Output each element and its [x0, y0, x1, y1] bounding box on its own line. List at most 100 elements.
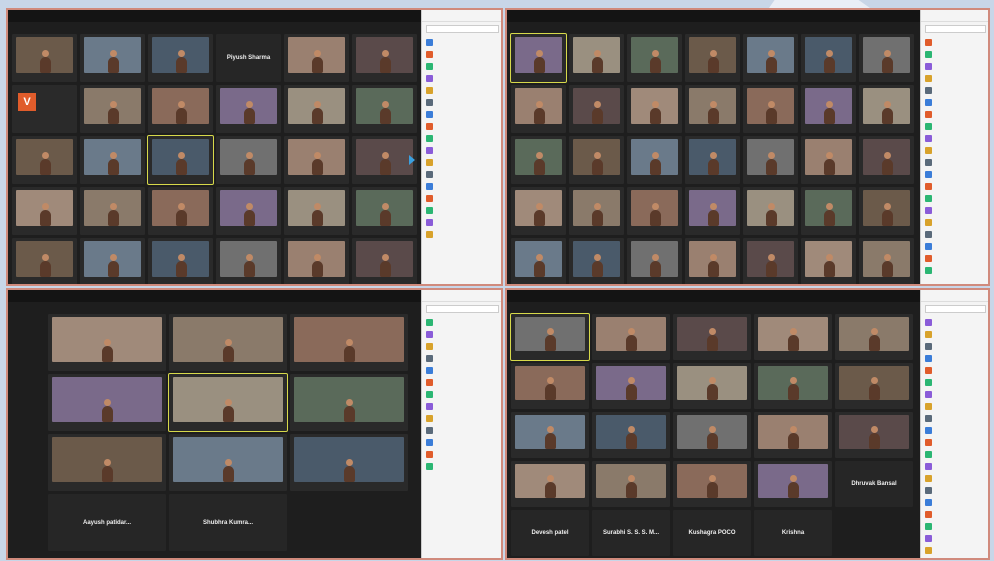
participant-video-tile[interactable] [835, 363, 913, 409]
participant-video-tile[interactable] [754, 314, 832, 360]
participant-video-tile[interactable] [859, 238, 914, 284]
participant-video-tile[interactable] [743, 136, 798, 184]
participant-video-tile[interactable] [290, 374, 408, 431]
participant-video-tile[interactable]: Krishna [754, 510, 832, 556]
participant-video-tile[interactable] [627, 34, 682, 82]
active-speaker-tile[interactable] [168, 373, 288, 432]
participant-list-item[interactable] [422, 120, 501, 132]
participant-list-item[interactable] [422, 180, 501, 192]
participant-video-tile[interactable]: Dhruvak Bansal [835, 461, 913, 507]
participant-video-tile[interactable] [216, 85, 281, 133]
participant-list-item[interactable] [422, 364, 501, 376]
active-speaker-tile[interactable] [510, 33, 567, 83]
participant-list-item[interactable] [921, 192, 988, 204]
participant-video-tile[interactable] [685, 136, 740, 184]
participant-video-tile[interactable] [592, 314, 670, 360]
participant-list-item[interactable] [921, 252, 988, 264]
participant-video-tile[interactable] [80, 34, 145, 82]
participant-video-tile[interactable] [859, 85, 914, 133]
participant-list-item[interactable] [921, 448, 988, 460]
participant-search-input[interactable] [925, 25, 986, 33]
participant-list-item[interactable] [921, 48, 988, 60]
participant-video-tile[interactable] [216, 238, 281, 284]
participant-list-item[interactable] [422, 204, 501, 216]
participant-video-tile[interactable] [216, 136, 281, 184]
participant-video-tile[interactable] [859, 34, 914, 82]
participant-list-item[interactable] [422, 216, 501, 228]
participant-list-item[interactable] [921, 264, 988, 276]
participant-list-item[interactable] [422, 424, 501, 436]
participant-video-tile[interactable] [592, 412, 670, 458]
participant-list-item[interactable] [921, 144, 988, 156]
participant-list-item[interactable] [921, 120, 988, 132]
participant-list-item[interactable] [422, 388, 501, 400]
active-speaker-tile[interactable] [147, 135, 214, 185]
participant-video-tile[interactable] [511, 412, 589, 458]
participant-list-item[interactable] [422, 72, 501, 84]
participant-video-tile[interactable] [801, 238, 856, 284]
participant-list-item[interactable] [921, 96, 988, 108]
participant-video-tile[interactable]: Piyush Sharma [216, 34, 281, 82]
participant-video-tile[interactable]: Devesh patel [511, 510, 589, 556]
participant-video-tile[interactable] [169, 434, 287, 491]
participant-video-tile[interactable] [148, 187, 213, 235]
participant-list-item[interactable] [422, 352, 501, 364]
participant-video-tile[interactable] [569, 136, 624, 184]
participant-video-tile[interactable] [743, 34, 798, 82]
participant-video-tile[interactable] [685, 34, 740, 82]
participant-video-tile[interactable] [569, 238, 624, 284]
participant-video-tile[interactable]: V [12, 85, 77, 133]
participant-video-tile[interactable] [627, 85, 682, 133]
participant-list-item[interactable] [921, 328, 988, 340]
participant-list-item[interactable] [921, 508, 988, 520]
participant-video-tile[interactable] [169, 314, 287, 371]
participant-list-item[interactable] [422, 192, 501, 204]
participant-video-tile[interactable] [801, 34, 856, 82]
participant-video-tile[interactable] [284, 85, 349, 133]
participant-video-tile[interactable] [627, 238, 682, 284]
participant-list-item[interactable] [422, 400, 501, 412]
participant-video-tile[interactable] [12, 136, 77, 184]
participant-list-item[interactable] [921, 460, 988, 472]
participant-list-item[interactable] [422, 228, 501, 240]
participant-video-tile[interactable] [627, 187, 682, 235]
participant-video-tile[interactable] [673, 314, 751, 360]
participant-list-item[interactable] [921, 400, 988, 412]
participant-list-item[interactable] [921, 436, 988, 448]
participant-list-item[interactable] [422, 460, 501, 472]
participant-video-tile[interactable] [673, 412, 751, 458]
participant-video-tile[interactable] [801, 187, 856, 235]
participant-video-tile[interactable] [12, 187, 77, 235]
participant-list-item[interactable] [921, 376, 988, 388]
participant-video-tile[interactable] [569, 187, 624, 235]
participant-list-item[interactable] [422, 412, 501, 424]
participant-list-item[interactable] [921, 36, 988, 48]
participant-list-item[interactable] [921, 84, 988, 96]
participant-list-item[interactable] [422, 448, 501, 460]
participant-list-item[interactable] [921, 228, 988, 240]
participant-video-tile[interactable]: Shubhra Kumra... [169, 494, 287, 551]
participant-video-tile[interactable] [685, 85, 740, 133]
participant-list-item[interactable] [921, 544, 988, 556]
participant-video-tile[interactable] [592, 461, 670, 507]
participant-video-tile[interactable] [673, 363, 751, 409]
participant-list-item[interactable] [422, 328, 501, 340]
participant-list-item[interactable] [921, 132, 988, 144]
participant-video-tile[interactable] [148, 85, 213, 133]
participant-video-tile[interactable] [743, 187, 798, 235]
participant-list-item[interactable] [921, 352, 988, 364]
participant-list-item[interactable] [921, 364, 988, 376]
participant-video-tile[interactable] [801, 85, 856, 133]
participant-list-item[interactable] [422, 376, 501, 388]
participant-video-tile[interactable] [148, 238, 213, 284]
participant-video-tile[interactable] [685, 238, 740, 284]
participant-video-tile[interactable] [12, 34, 77, 82]
participant-list-item[interactable] [422, 436, 501, 448]
participant-video-tile[interactable] [80, 85, 145, 133]
participant-video-tile[interactable] [216, 187, 281, 235]
participant-video-tile[interactable] [48, 314, 166, 371]
participant-video-tile[interactable] [743, 238, 798, 284]
participant-video-tile[interactable] [352, 34, 417, 82]
participant-search-input[interactable] [426, 25, 499, 33]
participant-list-item[interactable] [921, 316, 988, 328]
